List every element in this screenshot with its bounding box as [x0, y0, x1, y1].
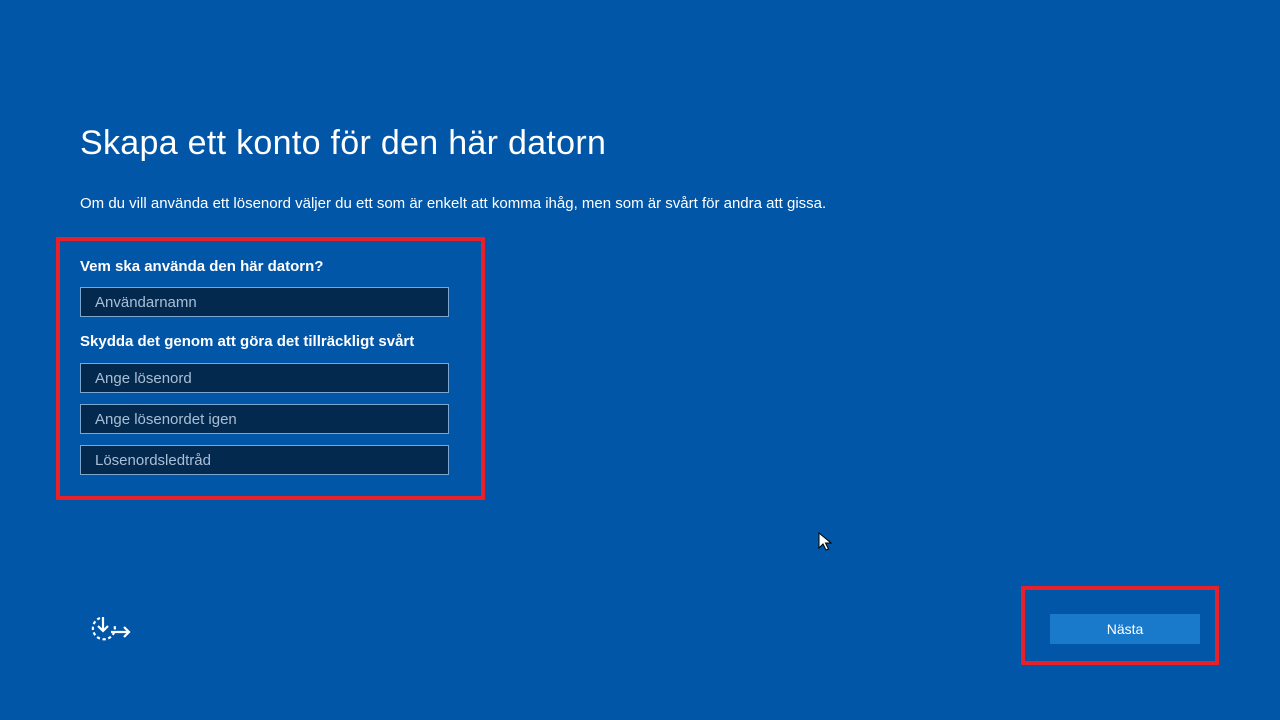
protect-label: Skydda det genom att göra det tillräckli… [80, 333, 415, 350]
next-button[interactable]: Nästa [1050, 614, 1200, 644]
username-input[interactable] [80, 287, 449, 317]
setup-screen: Skapa ett konto för den här datorn Om du… [0, 0, 1280, 720]
page-title: Skapa ett konto för den här datorn [80, 124, 607, 162]
who-label: Vem ska använda den här datorn? [80, 258, 324, 275]
ease-of-access-icon[interactable] [87, 613, 133, 645]
password-hint-input[interactable] [80, 445, 449, 475]
intro-text: Om du vill använda ett lösenord väljer d… [80, 195, 827, 212]
password-confirm-input[interactable] [80, 404, 449, 434]
mouse-cursor-icon [818, 531, 834, 552]
password-input[interactable] [80, 363, 449, 393]
